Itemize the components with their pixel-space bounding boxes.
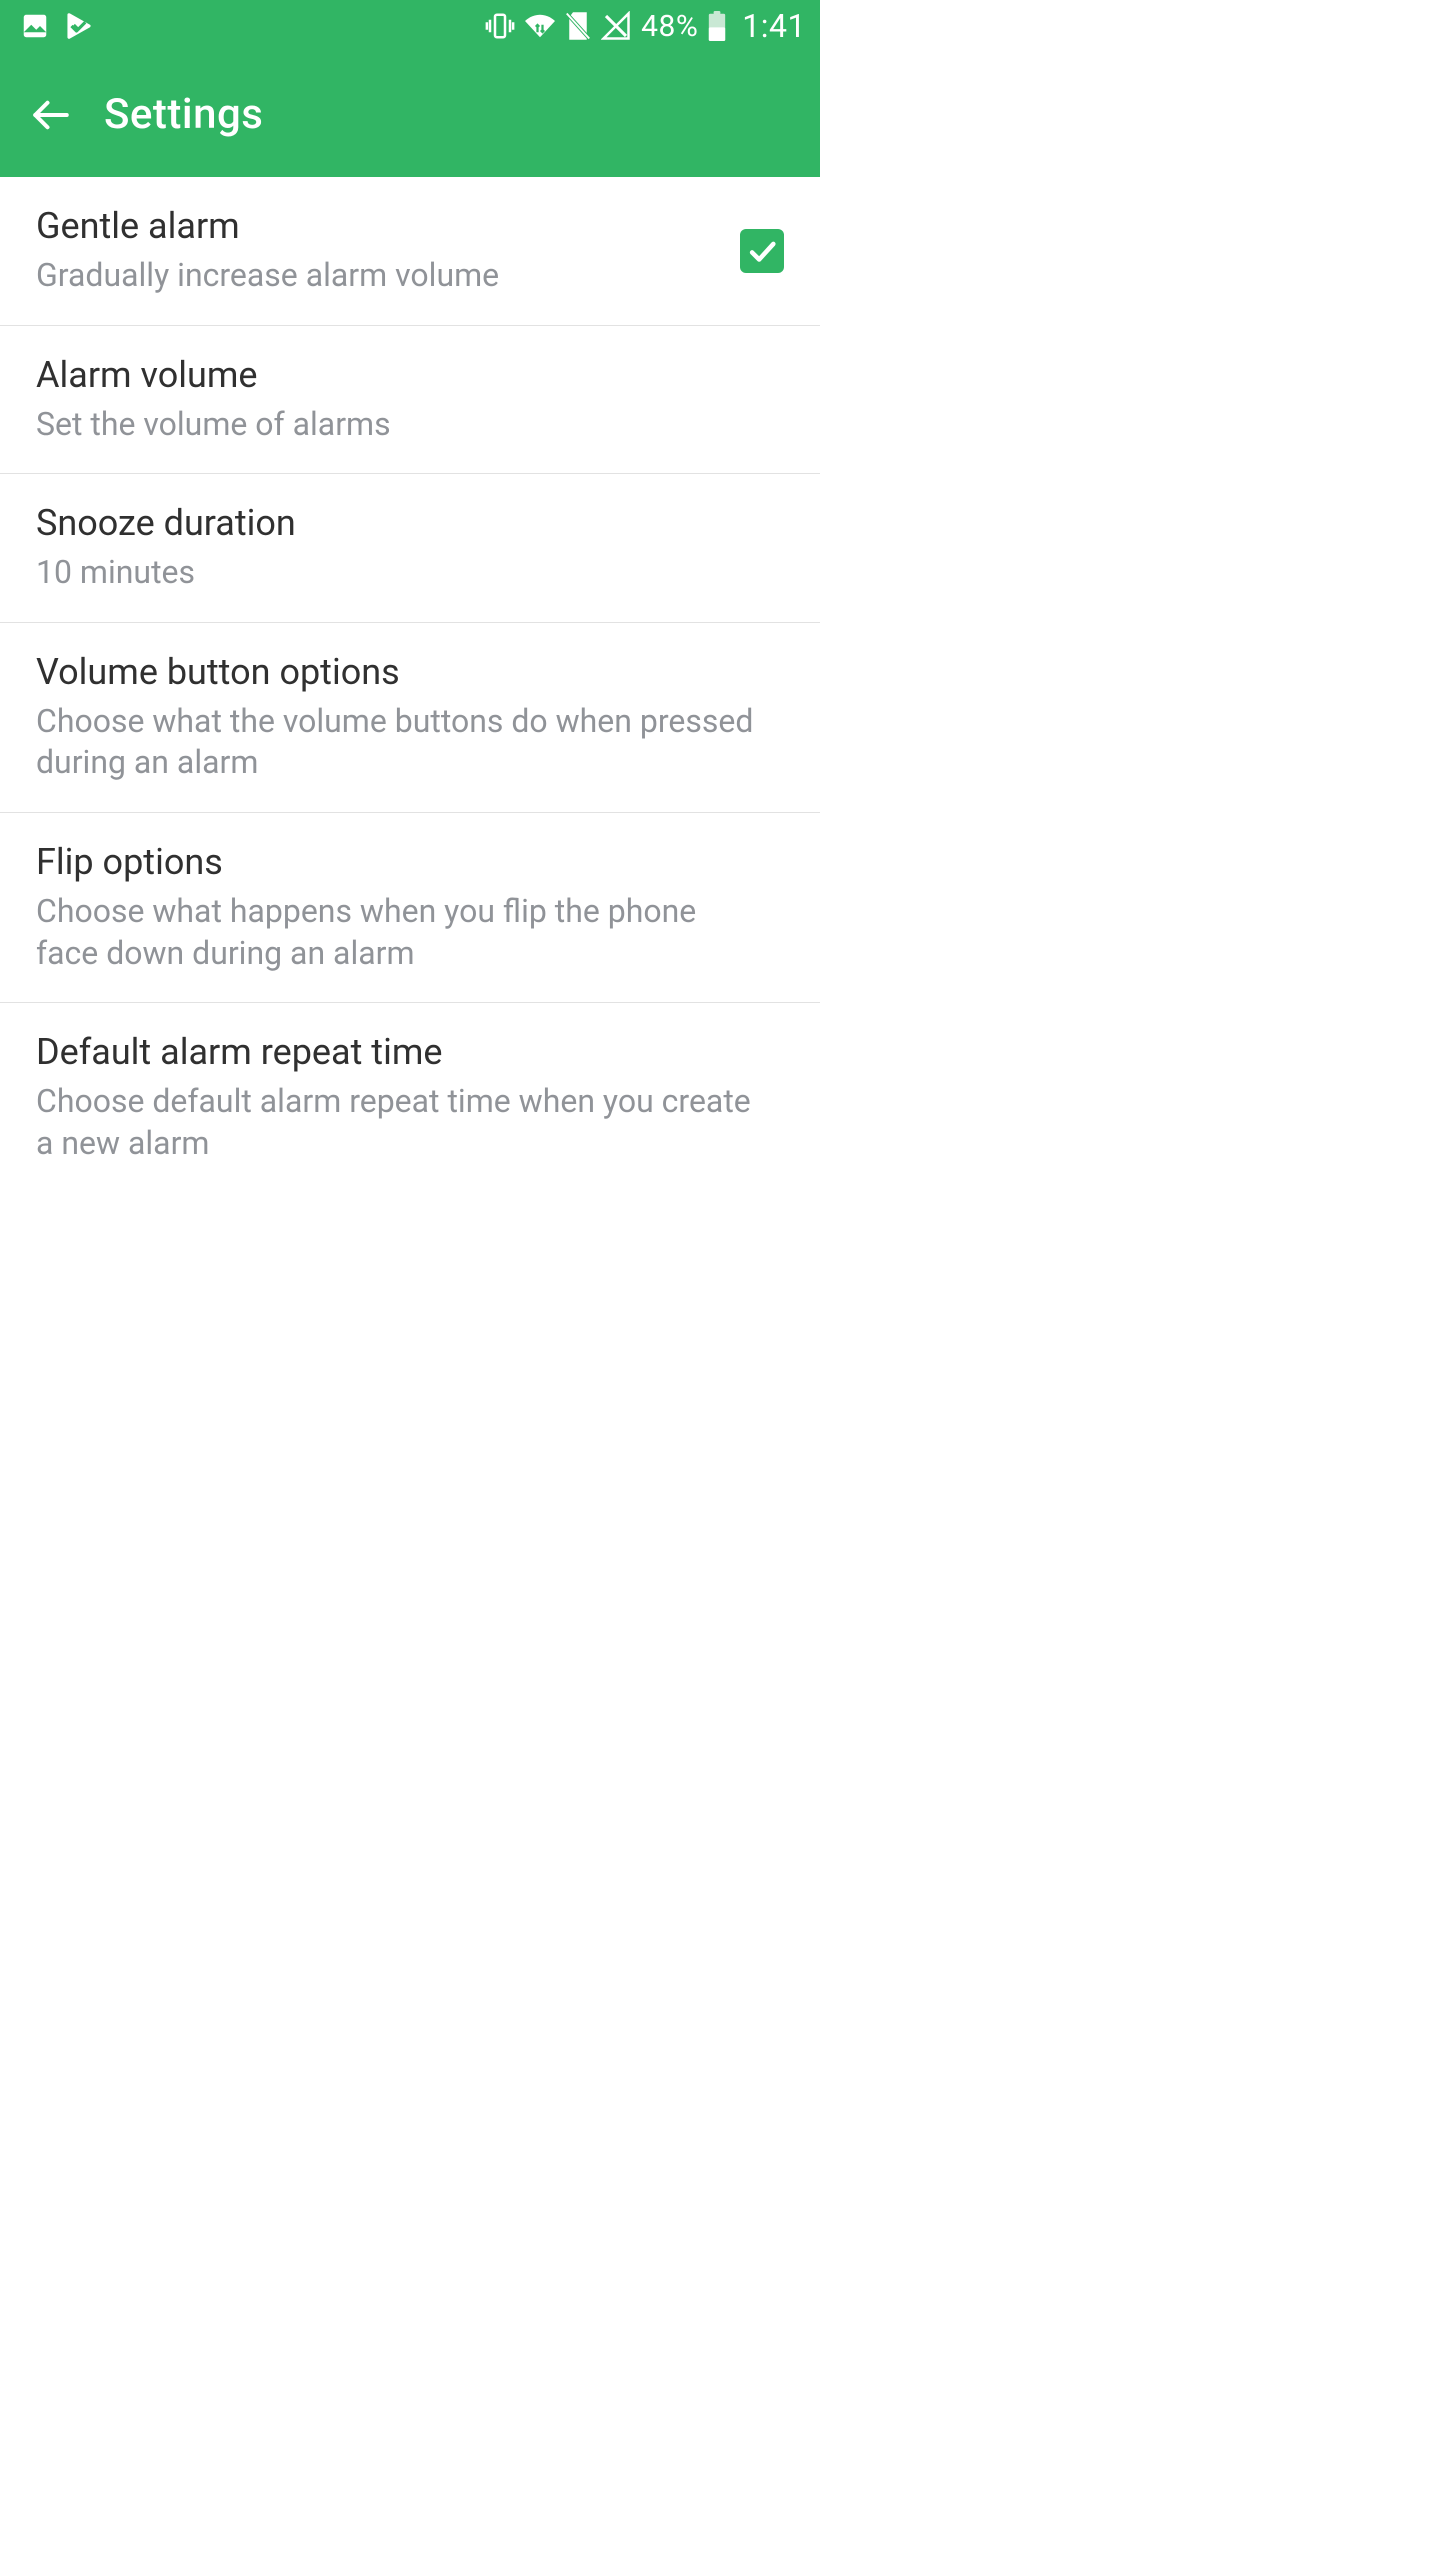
setting-subtitle: Set the volume of alarms [36,404,764,446]
setting-subtitle: Choose default alarm repeat time when yo… [36,1081,764,1164]
back-arrow-icon[interactable] [30,94,72,136]
settings-list: Gentle alarm Gradually increase alarm vo… [0,177,820,1457]
check-icon [745,234,779,268]
status-left-icons [20,11,94,41]
no-sd-icon [565,11,591,41]
battery-icon [708,11,726,41]
setting-flip-options[interactable]: Flip options Choose what happens when yo… [0,813,820,1003]
app-bar: Settings [0,52,820,177]
page-title: Settings [104,90,263,139]
setting-title: Flip options [36,841,764,883]
screen: 48% 1:41 Settings Gentle alarm Gradually… [0,0,820,1457]
setting-alarm-volume[interactable]: Alarm volume Set the volume of alarms [0,326,820,475]
setting-subtitle: Gradually increase alarm volume [36,255,720,297]
vibrate-icon [485,11,515,41]
setting-subtitle: 10 minutes [36,552,764,594]
setting-title: Alarm volume [36,354,764,396]
setting-subtitle: Choose what happens when you flip the ph… [36,891,764,974]
wifi-icon [525,11,555,41]
setting-default-repeat-time[interactable]: Default alarm repeat time Choose default… [0,1003,820,1192]
setting-title: Volume button options [36,651,764,693]
setting-title: Default alarm repeat time [36,1031,764,1073]
setting-volume-button-options[interactable]: Volume button options Choose what the vo… [0,623,820,813]
no-signal-icon [601,11,631,41]
play-store-icon [64,11,94,41]
picture-icon [20,11,50,41]
status-bar: 48% 1:41 [0,0,820,52]
setting-title: Snooze duration [36,502,764,544]
battery-percent: 48% [641,9,698,44]
status-right-icons: 48% 1:41 [485,7,806,45]
setting-subtitle: Choose what the volume buttons do when p… [36,701,764,784]
setting-title: Gentle alarm [36,205,720,247]
setting-snooze-duration[interactable]: Snooze duration 10 minutes [0,474,820,623]
setting-gentle-alarm[interactable]: Gentle alarm Gradually increase alarm vo… [0,177,820,326]
gentle-alarm-checkbox[interactable] [740,229,784,273]
status-clock: 1:41 [742,7,806,45]
